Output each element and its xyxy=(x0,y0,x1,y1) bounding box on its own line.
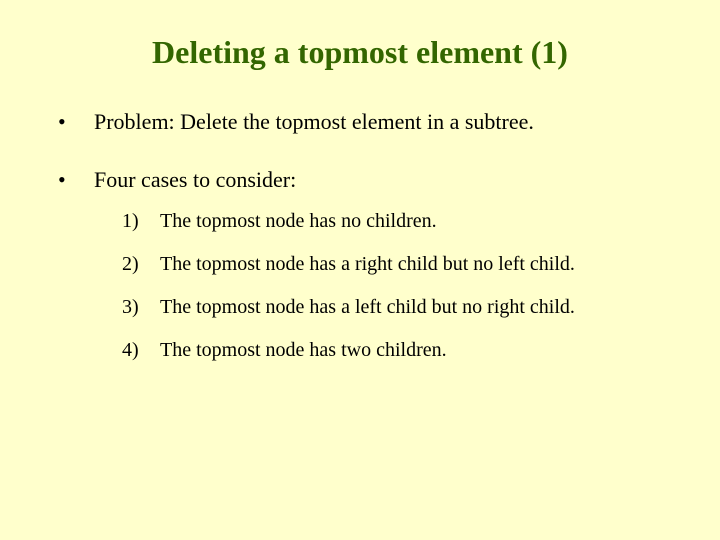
slide: Deleting a topmost element (1) Problem: … xyxy=(0,0,720,540)
slide-title: Deleting a topmost element (1) xyxy=(50,34,670,71)
bullet-text: Four cases to consider: xyxy=(94,167,296,192)
sub-item: The topmost node has a right child but n… xyxy=(122,251,670,278)
sub-list: The topmost node has no children. The to… xyxy=(122,208,670,364)
bullet-item: Problem: Delete the topmost element in a… xyxy=(50,107,670,137)
sub-item-text: The topmost node has no children. xyxy=(160,210,437,232)
sub-item-text: The topmost node has two children. xyxy=(160,339,447,361)
bullet-text: Problem: Delete the topmost element in a… xyxy=(94,109,534,134)
sub-item-text: The topmost node has a right child but n… xyxy=(160,253,575,275)
bullet-item: Four cases to consider: The topmost node… xyxy=(50,165,670,365)
sub-item: The topmost node has a left child but no… xyxy=(122,294,670,321)
sub-item: The topmost node has two children. xyxy=(122,337,670,364)
main-bullet-list: Problem: Delete the topmost element in a… xyxy=(50,107,670,364)
sub-item-text: The topmost node has a left child but no… xyxy=(160,296,575,318)
sub-item: The topmost node has no children. xyxy=(122,208,670,235)
